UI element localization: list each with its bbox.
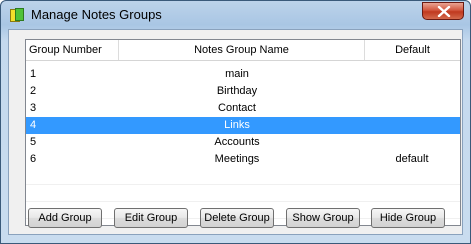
group-number-cell: 1	[30, 68, 37, 80]
group-name-cell: Accounts	[214, 136, 260, 148]
group-name-cell: Links	[224, 119, 250, 131]
edit-group-button[interactable]: Edit Group	[114, 208, 188, 228]
delete-group-button[interactable]: Delete Group	[200, 208, 274, 228]
group-number-cell: 2	[30, 85, 37, 97]
show-group-button[interactable]: Show Group	[286, 208, 360, 228]
notes-app-icon	[10, 8, 24, 22]
table-row[interactable]: 1 main	[26, 66, 460, 83]
empty-row	[26, 185, 460, 202]
group-number-cell: 3	[30, 102, 37, 114]
column-header-group-number[interactable]: Group Number	[29, 40, 117, 60]
hide-group-button[interactable]: Hide Group	[371, 208, 445, 228]
close-icon	[437, 6, 451, 17]
group-number-cell: 5	[30, 136, 37, 148]
default-cell: default	[395, 153, 429, 165]
table-row-selected[interactable]: 4 Links	[26, 117, 460, 134]
table-row[interactable]: 6 Meetings default	[26, 151, 460, 168]
group-name-cell: Contact	[218, 102, 256, 114]
empty-row	[26, 168, 460, 185]
add-group-button[interactable]: Add Group	[28, 208, 102, 228]
title-bar[interactable]: Manage Notes Groups	[1, 1, 470, 29]
notes-groups-list[interactable]: Group Number Notes Group Name Default 1 …	[25, 39, 461, 226]
table-row[interactable]: 3 Contact	[26, 100, 460, 117]
dialog-body: Group Number Notes Group Name Default 1 …	[8, 29, 463, 235]
table-row[interactable]: 5 Accounts	[26, 134, 460, 151]
group-number-cell: 4	[30, 119, 37, 131]
list-header: Group Number Notes Group Name Default	[26, 40, 460, 61]
column-header-notes-group-name[interactable]: Notes Group Name	[119, 40, 364, 60]
close-button[interactable]	[422, 2, 464, 20]
column-header-default[interactable]: Default	[365, 40, 460, 60]
group-name-cell: Meetings	[214, 153, 260, 165]
window-title: Manage Notes Groups	[31, 7, 162, 22]
group-name-cell: Birthday	[216, 85, 258, 97]
group-name-cell: main	[225, 68, 249, 80]
group-number-cell: 6	[30, 153, 37, 165]
manage-notes-groups-window: Manage Notes Groups Group Number Notes G…	[0, 0, 471, 244]
table-row[interactable]: 2 Birthday	[26, 83, 460, 100]
